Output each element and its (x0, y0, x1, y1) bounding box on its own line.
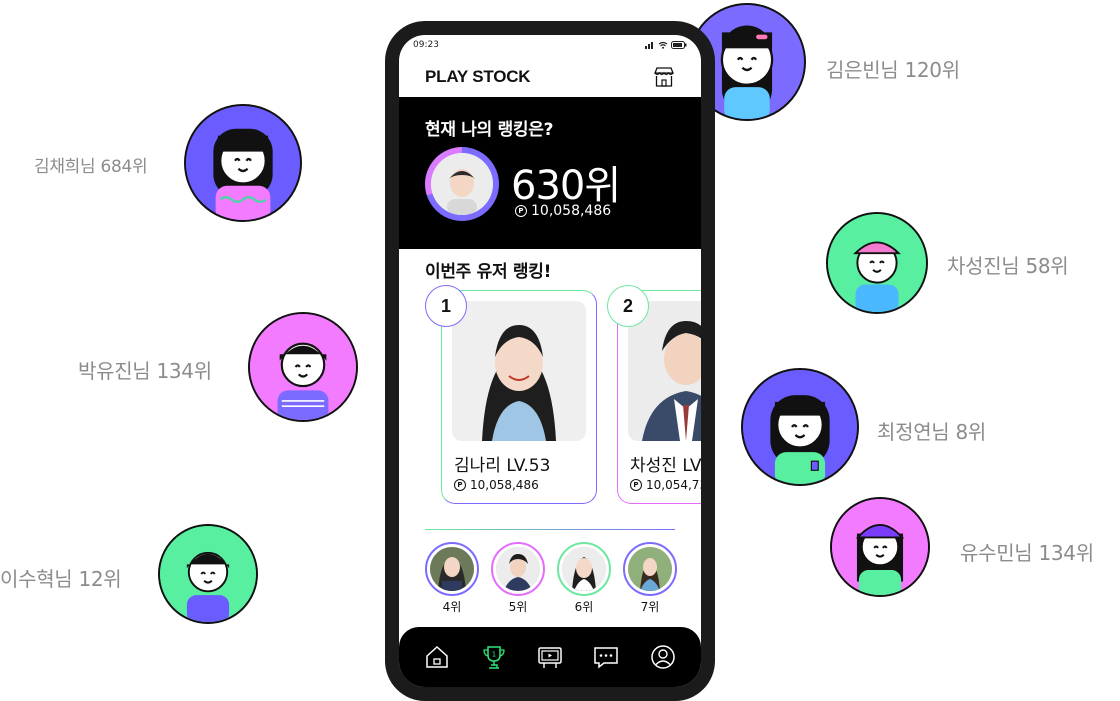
weekly-ranking-title: 이번주 유저 랭킹! (425, 262, 552, 282)
point-coin-icon: P (630, 479, 642, 491)
chat-icon (594, 647, 619, 669)
phone-frame: 09:23 PLAY STOCK 현재 나의 랭킹은? 630위 P 10,05… (385, 21, 715, 701)
tab-home[interactable] (421, 641, 453, 673)
ranker-item-5[interactable]: 5위 (491, 542, 545, 615)
rank-badge-1: 1 (425, 285, 467, 327)
ranker-rank: 6위 (574, 600, 594, 614)
profile-icon (651, 645, 675, 669)
tab-ranking[interactable]: 1 (478, 641, 510, 673)
rank-card-photo (452, 301, 586, 441)
svg-text:1: 1 (491, 651, 495, 659)
app-header: PLAY STOCK (399, 55, 701, 99)
my-rank-panel: 현재 나의 랭킹은? 630위 P 10,058,486 (399, 97, 701, 249)
battery-icon (671, 41, 687, 49)
avatar-user-6 (830, 497, 930, 597)
rank-card-points-value: 10,058,486 (470, 478, 539, 492)
rank-card-points-value: 10,054,73 (646, 478, 701, 492)
video-board-icon (538, 647, 562, 668)
rank-card-name: 차성진 LV. (630, 456, 701, 476)
wifi-icon (658, 41, 668, 49)
avatar-user-4 (248, 312, 358, 422)
user-label-3: 차성진님 58위 (947, 254, 1069, 278)
rank-card-name: 김나리 LV.53 (454, 456, 551, 476)
tab-video[interactable] (534, 641, 566, 673)
ranker-avatar (628, 547, 672, 591)
user-label-5: 최정연님 8위 (877, 420, 986, 444)
other-rankers-list: 4위 5위 6위 7위 (425, 542, 677, 615)
user-label-4: 박유진님 134위 (78, 359, 212, 383)
ranker-item-4[interactable]: 4위 (425, 542, 479, 615)
user-label-7: 이수혁님 12위 (0, 567, 122, 591)
rank-card-points: P 10,054,73 (630, 478, 701, 492)
trophy-icon: 1 (482, 646, 505, 669)
tab-profile[interactable] (647, 641, 679, 673)
home-icon (426, 645, 448, 668)
point-coin-icon: P (515, 205, 527, 217)
avatar-user-5 (741, 368, 859, 486)
section-divider (425, 529, 675, 530)
avatar-user-2 (184, 104, 302, 222)
my-rank-question: 현재 나의 랭킹은? (425, 120, 554, 140)
ranker-avatar (430, 547, 474, 591)
ranker-avatar (496, 547, 540, 591)
bottom-tab-bar: 1 (399, 627, 701, 687)
avatar-user-3 (826, 212, 928, 314)
user-label-1: 김은빈님 120위 (826, 58, 960, 82)
point-coin-icon: P (454, 479, 466, 491)
avatar-user-7 (158, 524, 258, 624)
my-avatar[interactable] (425, 147, 499, 221)
rank-card-points: P 10,058,486 (454, 478, 539, 492)
ranker-avatar (562, 547, 606, 591)
ranker-item-6[interactable]: 6위 (557, 542, 611, 615)
ranker-rank: 5위 (508, 600, 528, 614)
app-title: PLAY STOCK (425, 67, 531, 86)
status-bar: 09:23 (399, 35, 701, 55)
rank-badge-2: 2 (607, 285, 649, 327)
user-label-2: 김채희님 684위 (34, 157, 148, 177)
ranker-rank: 4위 (442, 600, 462, 614)
my-points-value: 10,058,486 (531, 203, 612, 219)
user-label-6: 유수민님 134위 (960, 541, 1094, 565)
status-time: 09:23 (413, 40, 439, 50)
store-icon[interactable] (653, 67, 675, 87)
app-screen: 09:23 PLAY STOCK 현재 나의 랭킹은? 630위 P 10,05… (399, 35, 701, 687)
rank-card-1[interactable]: 김나리 LV.53 P 10,058,486 (441, 290, 597, 504)
my-points: P 10,058,486 (515, 203, 611, 219)
ranker-rank: 7위 (640, 600, 660, 614)
signal-icon (645, 42, 653, 49)
tab-chat[interactable] (590, 641, 622, 673)
ranker-item-7[interactable]: 7위 (623, 542, 677, 615)
